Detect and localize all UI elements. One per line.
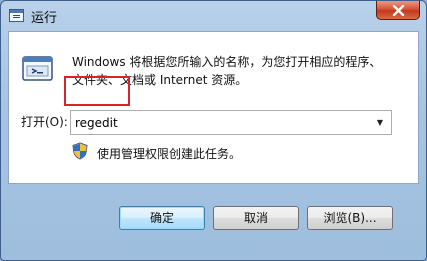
open-label: 打开(O): — [21, 115, 68, 129]
ok-button[interactable]: 确定 — [119, 206, 205, 230]
browse-button[interactable]: 浏览(B)... — [307, 206, 393, 230]
open-combobox[interactable]: ▼ — [70, 110, 392, 135]
uac-shield-icon — [72, 142, 88, 160]
window-title: 运行 — [31, 11, 58, 26]
run-app-icon — [9, 9, 24, 22]
run-dialog: 运行 Windows 将根据您所输入的名称，为您打开相应的程序、 文件夹、文档或… — [0, 0, 427, 261]
run-program-icon — [22, 56, 53, 81]
cancel-button[interactable]: 取消 — [213, 206, 299, 230]
dropdown-arrow-icon[interactable]: ▼ — [371, 111, 389, 134]
admin-privilege-note: 使用管理权限创建此任务。 — [97, 147, 242, 161]
open-input[interactable] — [75, 111, 365, 134]
description-text: Windows 将根据您所输入的名称，为您打开相应的程序、 文件夹、文档或 In… — [72, 53, 402, 89]
close-button[interactable] — [376, 1, 420, 20]
close-icon — [392, 5, 405, 16]
description-line-1: Windows 将根据您所输入的名称，为您打开相应的程序、 — [72, 55, 382, 69]
description-line-2: 文件夹、文档或 Internet 资源。 — [72, 73, 248, 87]
title-bar[interactable]: 运行 — [1, 1, 426, 31]
dialog-content: Windows 将根据您所输入的名称，为您打开相应的程序、 文件夹、文档或 In… — [8, 31, 419, 184]
